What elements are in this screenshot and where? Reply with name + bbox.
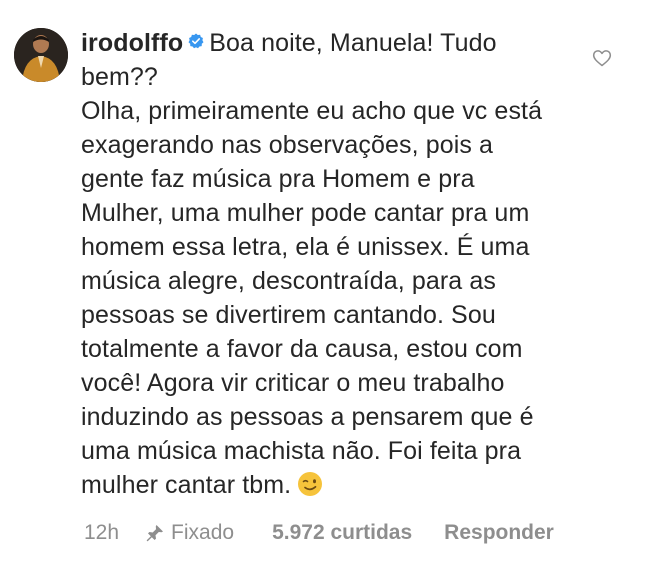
username-link[interactable]: irodolffo: [81, 29, 183, 57]
comment-item: irodolffo Boa noite, Manuela! Tudo bem?? O…: [0, 0, 648, 576]
comment-content: irodolffo Boa noite, Manuela! Tudo bem?? O…: [81, 26, 557, 502]
avatar[interactable]: [14, 28, 68, 82]
winking-face-emoji: [297, 471, 323, 497]
heart-outline-icon[interactable]: [592, 48, 612, 68]
reply-button[interactable]: Responder: [444, 521, 554, 545]
likes-count-link[interactable]: 5.972 curtidas: [272, 521, 412, 545]
verified-badge-icon: [188, 33, 204, 49]
pin-icon: [145, 523, 165, 543]
comment-meta: 12h Fixado 5.972 curtidas Responder: [84, 518, 554, 548]
comment-body: Olha, primeiramente eu acho que vc está …: [81, 97, 543, 499]
comment-time: 12h: [84, 521, 120, 544]
pinned-label: Fixado: [171, 521, 235, 544]
